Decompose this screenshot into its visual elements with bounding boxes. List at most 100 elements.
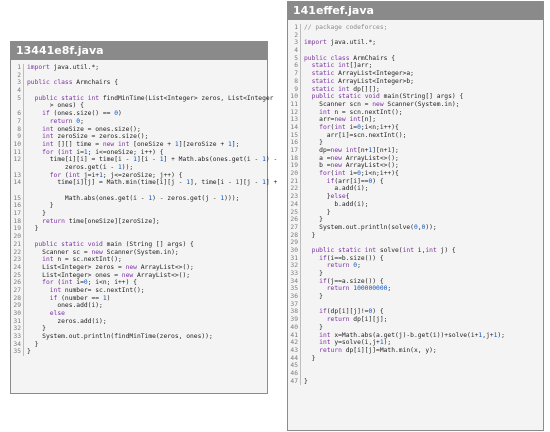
code-line: 34 } (11, 340, 267, 349)
code-text: } (27, 348, 31, 356)
code-text: System.out.println(solve(0,0)); (304, 223, 437, 231)
code-text: import java.util.*; (304, 39, 377, 47)
line-number: 3 (11, 79, 24, 88)
code-text: } (304, 323, 323, 331)
code-text: if(i==b.size()) { (319, 254, 384, 262)
line-number: 14 (11, 179, 24, 187)
code-text: for(int i=0;i<n;i++){ (319, 170, 399, 178)
line-number: 1 (11, 64, 24, 72)
code-line: 28 if (number == 1) (11, 294, 267, 303)
line-number: 21 (11, 240, 24, 249)
line-number: 16 (11, 202, 24, 211)
code-text: time[i][j] = Math.min(time[i][j - 1], ti… (27, 179, 278, 187)
code-line: 15 arr[i]=scn.nextInt(); (288, 131, 543, 140)
code-text: dp=new int[n+1][n+1]; (304, 147, 399, 154)
line-number: 24 (288, 200, 301, 209)
code-text: static int[]arr; (311, 62, 373, 70)
code-text: public static int findMinTime(List<Integ… (34, 94, 274, 102)
line-number: 30 (288, 246, 301, 255)
code-line: 40 } (288, 323, 543, 332)
line-number (11, 187, 24, 195)
line-number: 16 (288, 139, 301, 147)
code-line: 26 for (int i=0; i<n; i++) { (11, 279, 267, 287)
left-file-title: 13441e8f.java (11, 42, 267, 60)
code-text: public static void main (String [] args)… (34, 240, 194, 248)
code-line: 9 int zeroSize = zeros.size(); (11, 133, 267, 141)
line-number: 39 (288, 316, 301, 324)
code-line: 26 } (288, 216, 543, 224)
code-text: zeros.get(i - 1)); (27, 163, 134, 171)
code-text: for (int i=1; i<=oneSize; i++) { (42, 148, 164, 156)
line-number: 35 (288, 285, 301, 294)
code-text: if (ones.size() == 0) (42, 110, 122, 118)
code-line: 35} (11, 348, 267, 357)
line-number: 22 (288, 185, 301, 194)
code-line: > ones) { (11, 102, 267, 111)
line-number: 5 (11, 94, 24, 103)
line-number: 8 (288, 77, 301, 86)
line-number: 22 (11, 248, 24, 257)
code-line: 9 static int dp[][]; (288, 85, 543, 94)
code-line: 32 return 0; (288, 262, 543, 270)
code-text: } (304, 377, 308, 385)
code-text: } (304, 354, 316, 362)
line-number: 41 (288, 331, 301, 340)
code-text: static ArrayList<Integer>b; (311, 77, 414, 85)
code-line: 32 } (11, 325, 267, 334)
code-text: if (number == 1) (49, 294, 111, 302)
code-text: > ones) { (27, 102, 84, 110)
code-text: import java.util.*; (27, 64, 100, 71)
code-line: 4 (288, 47, 543, 55)
line-number: 35 (11, 348, 24, 357)
code-text: public static int solve(int i,int j) { (311, 246, 456, 254)
code-line: 30 public static int solve(int i,int j) … (288, 246, 543, 255)
code-line: 12 int n = scn.nextInt(); (288, 108, 543, 117)
code-line: 33 } (288, 270, 543, 278)
code-text: for (int i=0; i<n; i++) { (42, 279, 137, 287)
code-text: public class Armchairs { (27, 79, 119, 87)
code-line: 31 zeros.add(i); (11, 317, 267, 326)
line-number: 42 (288, 339, 301, 347)
code-line: 29 (288, 239, 543, 247)
code-line: 8 static ArrayList<Integer>b; (288, 77, 543, 86)
code-line: 3 public class Armchairs { (11, 79, 267, 88)
code-line: 7 return 0; (11, 117, 267, 126)
line-number: 23 (288, 193, 301, 201)
code-line: 25 List<Integer> ones = new ArrayList<>(… (11, 271, 267, 280)
code-line: 2 (288, 31, 543, 40)
code-text: List<Integer> ones = new ArrayList<>(); (27, 271, 191, 279)
code-line: 30 else (11, 310, 267, 318)
line-number: 29 (288, 239, 301, 247)
code-line: 18 return time[oneSize][zeroSize]; (11, 217, 267, 226)
code-text: public class ArmChairs { (304, 54, 396, 62)
code-line: 31 if(i==b.size()) { (288, 254, 543, 263)
code-text: // package codeforces; (304, 24, 388, 31)
code-line: 5 public static int findMinTime(List<Int… (11, 94, 273, 103)
code-line: 21 if(arr[i]==0) { (288, 177, 543, 186)
line-number: 47 (288, 377, 301, 386)
code-text: } (27, 340, 39, 348)
code-line: 19 b =new ArrayList<>(); (288, 162, 543, 171)
left-code-listing: 1 import java.util.*; 2 3 public class Armch… (11, 60, 277, 357)
code-line: 4 (11, 87, 267, 95)
code-text: } (304, 270, 323, 277)
code-line: 14 time[i][j] = Math.min(time[i][j - 1],… (11, 179, 277, 187)
line-number: 14 (288, 123, 301, 132)
code-line: 18 a =new ArrayList<>(); (288, 154, 543, 163)
line-number: 20 (11, 233, 24, 241)
code-text: int n = sc.nextInt(); (42, 256, 122, 264)
line-number: 20 (288, 170, 301, 178)
code-line: 23 }else{ (288, 193, 543, 201)
code-text: a =new ArrayList<>(); (304, 154, 399, 162)
code-text: int x=Math.abs(a.get(j)-b.get(i))+solve(… (319, 331, 505, 339)
code-line: 11 Scanner scn = new Scanner(System.in); (288, 100, 543, 109)
code-line: 16 } (288, 139, 543, 147)
code-line: 42 int y=solve(i,j+1); (288, 339, 543, 347)
code-line: 34 if(j==a.size()) { (288, 277, 543, 286)
code-line: 3 import java.util.*; (288, 39, 543, 48)
